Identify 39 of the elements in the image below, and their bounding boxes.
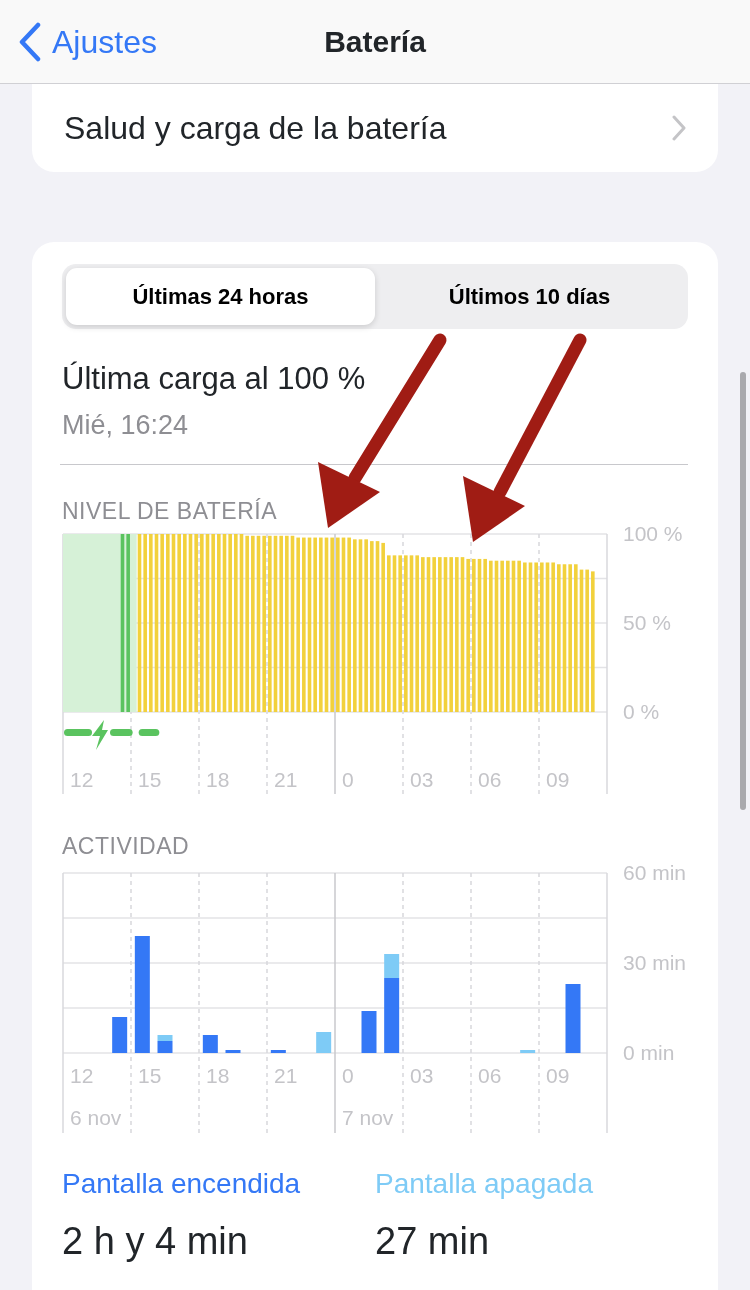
axis-label: 0 min — [623, 1040, 675, 1065]
axis-label: 03 — [410, 1063, 434, 1087]
total-value: 27 min — [375, 1218, 491, 1264]
back-button[interactable]: Ajustes — [18, 18, 157, 66]
last-charge-title: Última carga al 100 % — [62, 360, 367, 398]
axis-label: 21 — [274, 1063, 298, 1087]
axis-label: 15 — [138, 1063, 162, 1087]
total-value: 2 h y 4 min — [62, 1218, 249, 1264]
segment-tab[interactable]: Últimas 24 horas — [66, 268, 375, 325]
back-chevron-icon — [18, 22, 42, 62]
date-label: 7 nov — [342, 1105, 394, 1129]
axis-label: 60 min — [623, 860, 687, 885]
axis-label: 06 — [478, 767, 502, 791]
axis-label: 0 % — [623, 699, 660, 724]
date-label: 6 nov — [70, 1105, 122, 1129]
axis-label: 100 % — [623, 521, 683, 546]
legend-label: Pantalla apagada — [375, 1166, 593, 1201]
chart-title: ACTIVIDAD — [62, 831, 191, 860]
axis-label: 18 — [206, 1063, 230, 1087]
chart-title: NIVEL DE BATERÍA — [62, 496, 279, 525]
axis-label: 09 — [546, 767, 570, 791]
last-charge-date: Mié, 16:24 — [62, 409, 190, 442]
axis-label: 30 min — [623, 950, 687, 975]
axis-label: 12 — [70, 1063, 94, 1087]
axis-label: 03 — [410, 767, 434, 791]
axis-label: 12 — [70, 767, 94, 791]
axis-label: 18 — [206, 767, 230, 791]
segment-tab[interactable]: Últimos 10 días — [375, 268, 684, 325]
chevron-icon — [672, 115, 686, 141]
axis-label: 06 — [478, 1063, 502, 1087]
axis-label: 21 — [274, 767, 298, 791]
legend-label: Pantalla encendida — [62, 1166, 302, 1201]
screen-title: Batería — [324, 24, 426, 60]
axis-label: 09 — [546, 1063, 570, 1087]
axis-label: 50 % — [623, 610, 671, 635]
axis-label: 15 — [138, 767, 162, 791]
axis-label: 0 — [342, 767, 354, 791]
settings-row[interactable]: Salud y carga de la batería — [32, 84, 718, 172]
axis-label: 0 — [342, 1063, 354, 1087]
